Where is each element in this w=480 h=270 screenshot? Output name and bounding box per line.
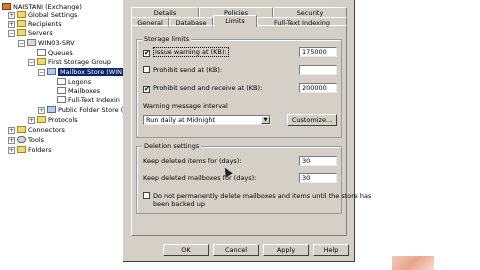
keep-items-field[interactable]: 30 [299,156,337,166]
prohibit-send-receive-checkbox[interactable]: ✔ [143,86,150,93]
keep-items-label: Keep deleted items for (days): [143,157,242,165]
expand-public-folder-store-icon[interactable]: + [38,107,45,114]
decorative-shape [392,256,434,270]
tree-node-logons[interactable]: Logons [57,78,91,87]
apply-button[interactable]: Apply [263,244,309,256]
issue-warning-checkbox[interactable]: ✔ [143,50,150,57]
tree-node-protocols[interactable]: Protocols [37,116,78,125]
collapse-mailbox-store-icon[interactable]: − [38,69,45,76]
deletion-settings-group: Deletion settings Keep deleted items for… [136,142,371,214]
cancel-button[interactable]: Cancel [213,244,259,256]
tree-node-public-folder-store[interactable]: Public Folder Store ( [47,106,123,115]
dropdown-arrow-icon[interactable]: ▼ [261,116,270,124]
dont-delete-checkbox[interactable] [143,192,150,199]
warning-interval-label: Warning message interval [143,102,228,110]
console-tree: NAISTANI (Exchange) + Global Settings + … [0,0,125,270]
mailbox-store-properties-dialog: Details Policies Security General Databa… [123,0,371,262]
expand-connectors-icon[interactable]: + [8,127,15,134]
warning-interval-combo[interactable]: Run daily at Midnight ▼ [143,115,271,125]
tree-node-server[interactable]: WIN03-SRV [27,39,75,48]
prohibit-send-checkbox[interactable] [143,66,150,73]
folder-icon [17,20,26,27]
expand-global-settings-icon[interactable]: + [8,12,15,19]
tab-limits[interactable]: Limits [213,15,257,27]
server-icon [27,39,36,46]
collapse-servers-icon[interactable]: − [8,30,15,37]
tree-node-mailbox-store[interactable]: Mailbox Store (WIN [47,68,125,77]
prohibit-send-receive-label: Prohibit send and receive at (KB): [153,84,263,92]
dont-delete-label-line1: Do not permanently delete mailboxes and … [153,192,372,200]
prohibit-send-label: Prohibit send at (KB): [153,66,223,74]
storage-limits-group: Storage limits ✔ Issue warning at (KB): 1… [136,35,342,138]
tree-node-recipients[interactable]: Recipients [17,20,62,29]
tree-node-mailboxes[interactable]: Mailboxes [57,87,100,96]
limits-panel: Storage limits ✔ Issue warning at (KB): 1… [131,25,371,236]
storage-group-icon [37,58,46,65]
expand-tools-icon[interactable]: + [8,137,15,144]
tree-node-servers[interactable]: Servers [17,29,53,38]
tree-node-connectors[interactable]: Connectors [17,126,65,135]
mailboxes-icon [57,87,66,94]
tree-node-folders[interactable]: Folders [17,146,51,155]
folder-icon [37,116,46,123]
storage-limits-title: Storage limits [142,35,192,44]
expand-folders-icon[interactable]: + [8,147,15,154]
issue-warning-label: Issue warning at (KB): [153,47,229,57]
issue-warning-field[interactable]: 175000 [299,47,337,57]
warning-interval-value: Run daily at Midnight [146,116,216,124]
tree-node-storage-group[interactable]: First Storage Group [37,58,111,67]
expand-protocols-icon[interactable]: + [28,117,35,124]
tree-node-global-settings[interactable]: Global Settings [17,11,77,20]
queues-icon [37,49,46,56]
prohibit-send-row[interactable]: Prohibit send at (KB): [143,66,222,75]
prohibit-send-receive-row[interactable]: ✔ Prohibit send and receive at (KB): [143,84,262,93]
collapse-server-icon[interactable]: − [18,40,25,47]
dont-delete-label-line2: been backed up [153,200,205,208]
collapse-storage-group-icon[interactable]: − [28,59,35,66]
folder-icon [17,29,26,36]
logons-icon [57,78,66,85]
deletion-settings-title: Deletion settings [142,142,202,151]
fulltext-index-icon [57,96,66,103]
issue-warning-row[interactable]: ✔ Issue warning at (KB): [143,47,229,57]
folder-icon [17,146,26,153]
help-button[interactable]: Help [313,244,349,256]
tree-node-fulltext[interactable]: Full-Text Indexin [57,96,120,105]
ok-button[interactable]: OK [163,244,209,256]
prohibit-send-receive-field[interactable]: 200000 [299,83,337,93]
tree-node-tools[interactable]: Tools [17,136,44,145]
tree-node-queues[interactable]: Queues [37,49,73,58]
expand-recipients-icon[interactable]: + [8,21,15,28]
folder-icon [17,11,26,18]
public-store-icon [47,106,56,113]
keep-mailboxes-label: Keep deleted mailboxes for (days): [143,174,257,182]
folder-icon [17,126,26,133]
tools-icon [17,136,26,143]
mailbox-store-icon [47,68,56,75]
customize-button[interactable]: Customize... [287,114,337,126]
prohibit-send-field[interactable] [299,65,337,75]
exchange-org-icon [2,3,11,10]
keep-mailboxes-field[interactable]: 30 [299,173,337,183]
